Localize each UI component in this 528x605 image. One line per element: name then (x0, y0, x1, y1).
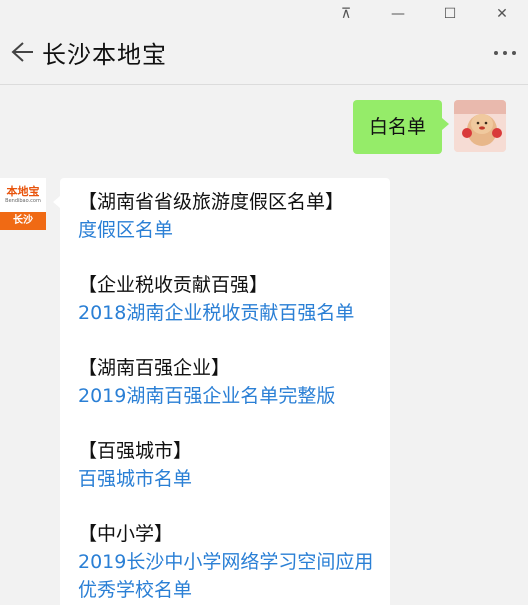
sender-avatar-logo: 本地宝 Bendibao.com (0, 178, 46, 212)
entry-heading: 【中小学】 (78, 523, 174, 545)
sender-avatar-city: 长沙 (0, 212, 46, 230)
list-item: 【百强城市】 百强城市名单 (78, 437, 390, 493)
user-avatar[interactable] (454, 100, 506, 152)
entry-link[interactable]: 2019长沙中小学网络学习空间应用优秀学校名单 (78, 548, 390, 604)
entry-link[interactable]: 百强城市名单 (78, 465, 390, 493)
outgoing-message-bubble[interactable]: 白名单 (352, 100, 450, 154)
entry-heading: 【湖南百强企业】 (78, 357, 231, 379)
list-item: 【中小学】 2019长沙中小学网络学习空间应用优秀学校名单 (78, 520, 390, 604)
entry-heading: 【湖南省省级旅游度假区名单】 (78, 191, 345, 213)
entry-link[interactable]: 2019湖南百强企业名单完整版 (78, 382, 390, 410)
chat-title: 长沙本地宝 (42, 40, 167, 69)
entry-link[interactable]: 2018湖南企业税收贡献百强名单 (78, 299, 390, 327)
sender-avatar[interactable]: 本地宝 Bendibao.com 长沙 (0, 178, 46, 230)
entry-link[interactable]: 度假区名单 (78, 216, 390, 244)
list-item: 【湖南百强企业】 2019湖南百强企业名单完整版 (78, 354, 390, 410)
header-divider (0, 84, 528, 85)
entry-heading: 【企业税收贡献百强】 (78, 274, 269, 296)
back-arrow-icon[interactable] (2, 32, 42, 72)
chat-header: 长沙本地宝 (0, 22, 528, 82)
incoming-message-bubble: 【湖南省省级旅游度假区名单】 度假区名单 【企业税收贡献百强】 2018湖南企业… (53, 178, 390, 605)
outgoing-message-row: 白名单 (352, 100, 506, 154)
list-item: 【企业税收贡献百强】 2018湖南企业税收贡献百强名单 (78, 271, 390, 327)
chat-window: ⊼ — ☐ ✕ 长沙本地宝 白名单 本地宝 Bendibao.com 长沙 【湖… (0, 0, 528, 605)
more-options-icon[interactable] (490, 38, 520, 68)
entry-heading: 【百强城市】 (78, 440, 193, 462)
list-item: 【湖南省省级旅游度假区名单】 度假区名单 (78, 188, 390, 244)
